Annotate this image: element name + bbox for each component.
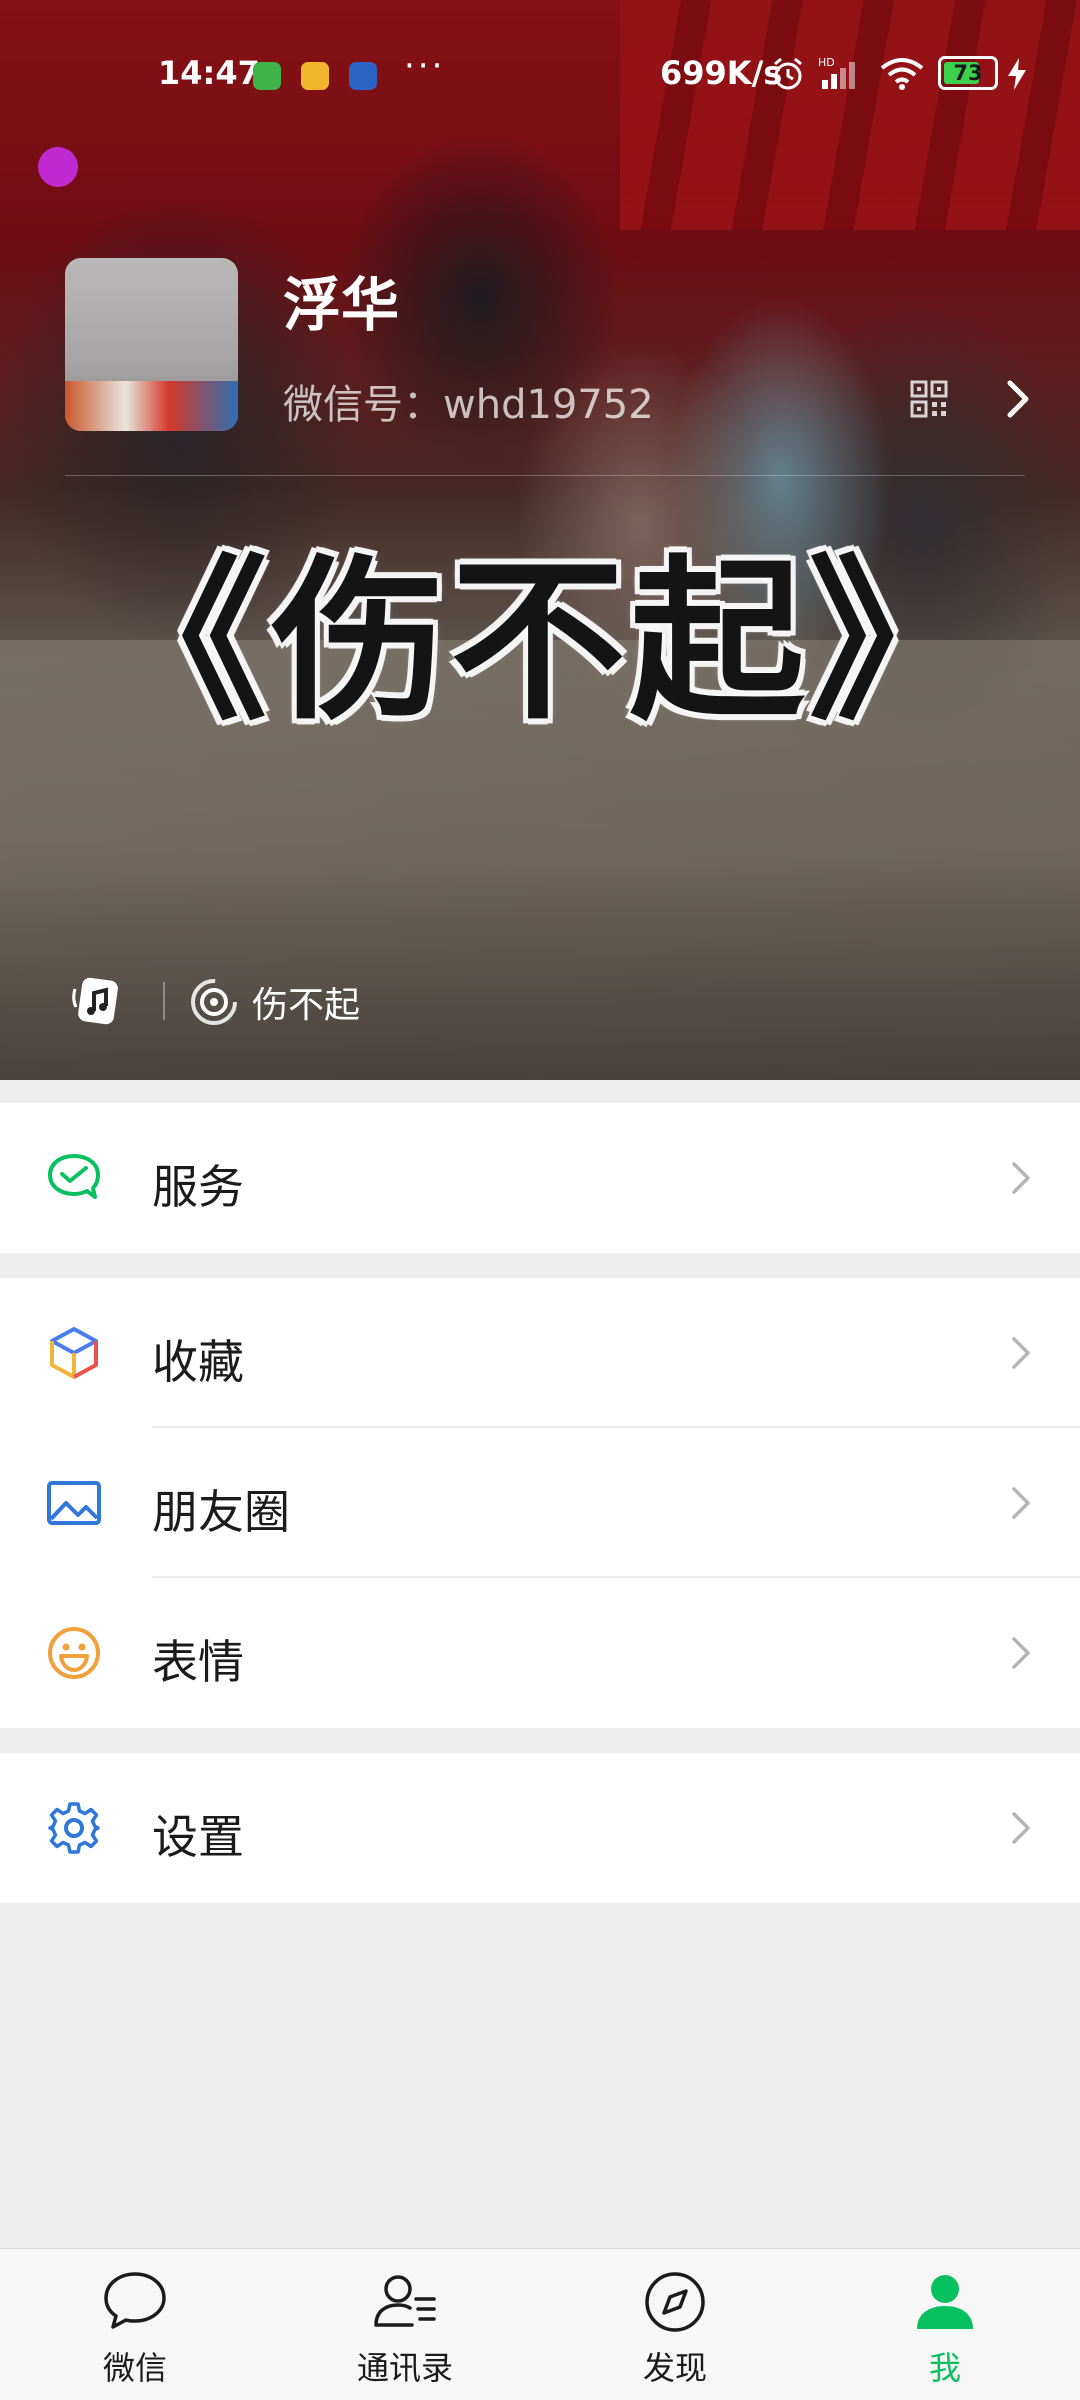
menu-item-label: 朋友圈: [152, 1485, 290, 1539]
menu-group-content: 收藏 朋友圈 表情: [0, 1278, 1080, 1728]
menu-group-services: 服务: [0, 1103, 1080, 1253]
menu-item-stickers[interactable]: 表情: [0, 1578, 1080, 1728]
profile-cover-image[interactable]: 《伤不起》: [0, 0, 1080, 1080]
wallet-icon: [48, 1154, 100, 1199]
menu-item-label: 设置: [152, 1810, 244, 1864]
signal-hd-badge: HD: [818, 56, 835, 69]
tab-me[interactable]: 我: [810, 2249, 1080, 2400]
tab-label: 发现: [642, 2349, 707, 2387]
status-time: 14:47: [158, 54, 260, 92]
cube-icon: [50, 1327, 98, 1379]
contacts-icon: [374, 2275, 436, 2327]
image-icon: [47, 1481, 101, 1525]
battery-level: 73: [953, 61, 983, 85]
avatar-stripe: [65, 381, 238, 431]
chat-bubble-icon: [104, 2272, 166, 2329]
tab-contacts[interactable]: 通讯录: [270, 2249, 540, 2400]
profile-divider: [65, 475, 1025, 476]
wifi-icon: [880, 58, 924, 90]
panda-app-icon: [349, 62, 377, 90]
tab-discover[interactable]: 发现: [540, 2249, 810, 2400]
more-dots-icon: ···: [404, 46, 446, 86]
cover-caption: 《伤不起》: [92, 541, 988, 744]
battery-icon: 73: [938, 56, 998, 90]
tab-bar: 微信 通讯录 发现 我: [0, 2248, 1080, 2400]
tab-chats[interactable]: 微信: [0, 2249, 270, 2400]
music-status-icon[interactable]: [70, 973, 126, 1029]
menu-item-label: 表情: [152, 1635, 244, 1689]
signal-icon: HD: [818, 56, 855, 89]
song-divider: [163, 982, 165, 1020]
chevron-right-icon: [1012, 1162, 1030, 1194]
menu-item-favorites[interactable]: 收藏: [0, 1278, 1080, 1428]
alarm-icon: [774, 57, 802, 90]
profile-chevron-icon[interactable]: [1003, 378, 1033, 420]
menu-item-moments[interactable]: 朋友圈: [0, 1428, 1080, 1578]
chevron-right-icon: [1012, 1637, 1030, 1669]
smile-icon: [48, 1627, 100, 1679]
person-icon: [917, 2275, 973, 2329]
menu-item-settings[interactable]: 设置: [0, 1753, 1080, 1903]
network-speed: 699K/s: [660, 54, 783, 92]
charging-icon: [1008, 58, 1026, 90]
compass-icon: [645, 2272, 705, 2332]
tab-label: 通讯录: [356, 2349, 453, 2387]
gear-icon: [48, 1802, 100, 1854]
chevron-right-icon: [1012, 1487, 1030, 1519]
game-app-icon: [301, 62, 329, 90]
chevron-right-icon: [1012, 1812, 1030, 1844]
menu-item-label: 服务: [152, 1160, 244, 1214]
menu-item-services[interactable]: 服务: [0, 1103, 1080, 1253]
menu-group-settings: 设置: [0, 1753, 1080, 1903]
chevron-right-icon: [1012, 1337, 1030, 1369]
avatar[interactable]: [65, 258, 238, 431]
android-robot-icon: [253, 62, 281, 90]
wechat-id[interactable]: 微信号：whd19752: [283, 372, 654, 430]
menu-item-label: 收藏: [152, 1335, 244, 1389]
song-title: 伤不起: [252, 985, 361, 1026]
tab-label: 我: [928, 2349, 961, 2387]
status-bar: 14:47 ··· 699K/s HD 73: [0, 40, 1080, 110]
qr-code-icon[interactable]: [910, 380, 948, 418]
song-status-chip[interactable]: 伤不起: [188, 976, 360, 1028]
floating-bubble[interactable]: [38, 147, 78, 187]
tab-label: 微信: [102, 2349, 167, 2387]
profile-name[interactable]: 浮华: [283, 258, 399, 342]
spinning-disc-icon: [191, 979, 237, 1025]
